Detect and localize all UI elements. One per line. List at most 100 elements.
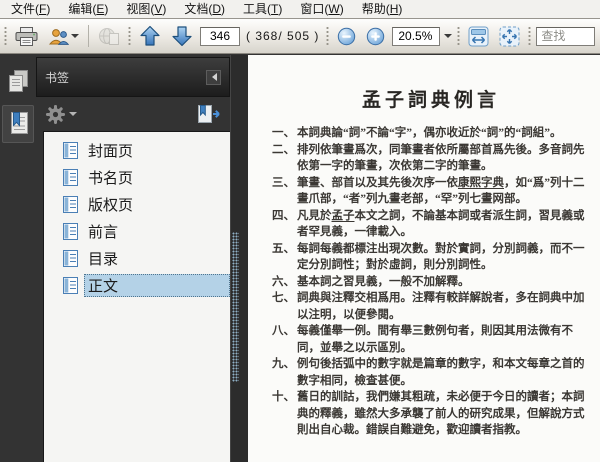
bookmark-item[interactable]: 前言 <box>44 218 230 245</box>
zoom-in-button[interactable] <box>363 23 388 50</box>
fit-page-button[interactable] <box>496 23 523 50</box>
arrow-down-icon <box>171 25 193 47</box>
zoom-level-field[interactable] <box>392 26 441 46</box>
sidebar-splitter[interactable] <box>230 55 248 462</box>
find-input[interactable] <box>537 27 594 45</box>
bookmark-label: 书名页 <box>88 170 134 187</box>
document-list-item: 四、 凡見於孟子本文之詞，不論基本詞或者派生詞，習見義或者罕見義，一律載入。 <box>272 208 590 241</box>
page-count-label: ( 368/ 505 ) <box>246 29 320 43</box>
pages-panel-button[interactable] <box>2 62 34 100</box>
bookmark-item[interactable]: 正文 <box>44 272 230 299</box>
share-document-button <box>95 23 123 50</box>
pdf-reader-window: 文件(F) 编辑(E) 视图(V) 文档(D) 工具(T) 窗口(W) 帮助(H) <box>0 0 600 462</box>
bookmark-page-icon <box>63 277 78 294</box>
bookmark-page-icon <box>63 250 78 267</box>
toolbar-grip[interactable] <box>325 25 331 47</box>
menu-item[interactable]: 窗口(W) <box>291 0 352 20</box>
toolbar-grip[interactable] <box>3 25 8 47</box>
collapse-panel-button[interactable] <box>206 69 221 85</box>
document-list-item: 八、 每義僅舉一例。間有舉三數例句者，則因其用法微有不同，並舉之以示區別。 <box>272 323 590 356</box>
contacts-icon <box>48 27 69 46</box>
toolbar: ( 368/ 505 ) <box>0 19 600 54</box>
bookmark-label: 正文 <box>84 274 230 297</box>
document-page: 孟子詞典例言 一、 本詞典論“詞”不論“字”，偶亦收近於“詞”的“詞組”。 二、… <box>248 55 600 462</box>
bookmark-item[interactable]: 封面页 <box>44 137 230 164</box>
options-button[interactable] <box>45 104 77 125</box>
arrow-up-icon <box>139 25 161 47</box>
next-page-button[interactable] <box>168 23 196 50</box>
gear-icon <box>45 104 66 125</box>
bookmark-page-icon <box>63 223 78 240</box>
go-to-bookmark-button[interactable] <box>196 104 222 124</box>
find-field[interactable] <box>536 26 595 46</box>
toolbar-separator <box>88 25 89 47</box>
page-number-input[interactable] <box>201 27 239 45</box>
menu-item[interactable]: 编辑(E) <box>59 0 117 20</box>
document-list-item: 二、 排列依筆畫爲次，同筆畫者依所屬部首爲先後。多音詞先依第一字的筆畫，次依第二… <box>272 142 590 175</box>
document-scrollbar-thumb[interactable] <box>232 232 239 382</box>
menu-item[interactable]: 工具(T) <box>234 0 291 20</box>
bookmarks-panel: 书签 封面页 书名页 版权页 前言 目录 正文 <box>36 55 230 462</box>
panel-title: 书签 <box>45 70 70 85</box>
item-number: 五、 <box>272 242 295 255</box>
item-text: 例句後括弧中的數字就是篇章的數字，和本文每章之首的數字相同，檢查甚便。 <box>297 358 585 387</box>
item-number: 一、 <box>272 127 295 139</box>
bookmark-icon <box>7 111 30 137</box>
item-text: 每義僅舉一例。間有舉三數例句者，則因其用法微有不同，並舉之以示區別。 <box>297 325 573 354</box>
pages-icon <box>7 69 30 93</box>
item-number: 七、 <box>272 292 295 304</box>
collapse-arrow-icon <box>208 73 217 81</box>
item-number: 九、 <box>272 358 295 370</box>
bookmark-page-icon <box>63 169 78 186</box>
printer-icon <box>15 26 38 46</box>
bookmark-item[interactable]: 书名页 <box>44 164 230 191</box>
menu-item[interactable]: 帮助(H) <box>353 0 412 20</box>
contacts-button[interactable] <box>45 23 82 50</box>
zoom-out-button[interactable] <box>334 23 359 50</box>
item-text: 凡見於孟子本文之詞，不論基本詞或者派生詞，習見義或者罕見義，一律載入。 <box>297 209 585 239</box>
previous-page-button[interactable] <box>136 23 164 50</box>
bookmark-label: 前言 <box>88 224 119 241</box>
document-list-item: 五、 每詞每義都標注出現次數。對於實詞，分別詞義，而不一定分別詞性；對於虛詞，則… <box>272 241 590 274</box>
zoom-level-input[interactable] <box>393 27 440 45</box>
item-text: 排列依筆畫爲次，同筆畫者依所屬部首爲先後。多音詞先依第一字的筆畫，次依第二字的筆… <box>297 143 585 173</box>
item-text: 每詞每義都標注出現次數。對於實詞，分別詞義，而不一定分別詞性；對於虛詞，則分別詞… <box>297 242 585 272</box>
item-number: 八、 <box>272 325 295 337</box>
item-text: 舊日的訓詁，我們嫌其粗疏，未必便于今日的讀者；本詞典的釋義，雖然大多承襲了前人的… <box>297 391 585 436</box>
print-button[interactable] <box>12 23 41 50</box>
document-list-item: 六、 基本詞之習見義，一般不加解釋。 <box>272 274 590 291</box>
document-body: 一、 本詞典論“詞”不論“字”，偶亦收近於“詞”的“詞組”。 二、 排列依筆畫爲… <box>272 125 590 439</box>
bookmark-label: 目录 <box>88 251 119 268</box>
toolbar-grip[interactable] <box>127 25 132 47</box>
item-number: 三、 <box>272 176 295 189</box>
item-number: 十、 <box>272 391 295 403</box>
document-list-item: 三、 筆畫、部首以及其先後次序一依康熙字典，如“爲”列十二畫爪部，“者”列九畫老… <box>272 175 590 208</box>
bookmarks-panel-header: 书签 <box>36 57 230 97</box>
bookmark-item[interactable]: 目录 <box>44 245 230 272</box>
globe-document-icon <box>98 27 120 46</box>
menu-item[interactable]: 文件(F) <box>2 0 59 20</box>
toolbar-grip[interactable] <box>456 25 462 47</box>
bookmark-label: 版权页 <box>88 197 134 214</box>
fit-width-button[interactable] <box>465 23 492 50</box>
sidebar: 书签 封面页 书名页 版权页 前言 目录 正文 <box>0 55 230 462</box>
main-area: 书签 封面页 书名页 版权页 前言 目录 正文 孟子詞典例言 一、 本詞典論“詞… <box>0 55 600 462</box>
item-number: 六、 <box>272 275 295 288</box>
sidebar-icon-strip <box>0 55 36 462</box>
menu-item[interactable]: 文档(D) <box>175 0 234 20</box>
chevron-down-icon <box>69 112 77 120</box>
bookmark-item[interactable]: 版权页 <box>44 191 230 218</box>
menu-item[interactable]: 视图(V) <box>117 0 175 20</box>
bookmarks-panel-button[interactable] <box>2 105 34 143</box>
item-text: 本詞典論“詞”不論“字”，偶亦收近於“詞”的“詞組”。 <box>297 127 562 139</box>
document-list-item: 十、 舊日的訓詁，我們嫌其粗疏，未必便于今日的讀者；本詞典的釋義，雖然大多承襲了… <box>272 389 590 439</box>
item-number: 二、 <box>272 143 295 156</box>
chevron-down-icon <box>71 34 79 42</box>
toolbar-grip[interactable] <box>527 25 533 47</box>
page-number-field[interactable] <box>200 26 240 46</box>
document-list-item: 九、 例句後括弧中的數字就是篇章的數字，和本文每章之首的數字相同，檢查甚便。 <box>272 356 590 389</box>
bookmark-page-icon <box>63 196 78 213</box>
fit-page-icon <box>499 26 520 47</box>
document-list-item: 一、 本詞典論“詞”不論“字”，偶亦收近於“詞”的“詞組”。 <box>272 125 590 142</box>
zoom-dropdown-caret-icon[interactable] <box>444 34 453 42</box>
